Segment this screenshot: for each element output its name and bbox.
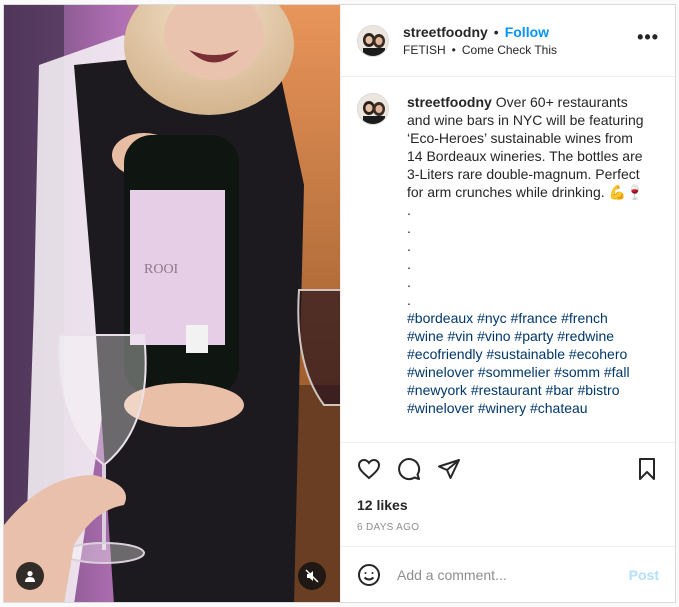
hashtag-link[interactable]: #winelover <box>407 400 474 416</box>
audio-artist[interactable]: FETISH <box>403 41 446 59</box>
username-link[interactable]: streetfoodny <box>403 23 488 41</box>
mute-icon <box>305 569 319 583</box>
header-text: streetfoodny • Follow FETISH • Come Chec… <box>403 23 637 59</box>
hashtag-link[interactable]: #winery <box>478 400 526 416</box>
hashtag-link[interactable]: #bistro <box>577 382 619 398</box>
comment-bar: Post <box>341 546 675 602</box>
caption-dot: . <box>407 202 411 218</box>
action-bar <box>341 442 675 494</box>
more-options-button[interactable]: ••• <box>637 27 659 54</box>
hashtag-link[interactable]: #winelover <box>407 364 474 380</box>
hashtag-link[interactable]: #vino <box>477 328 510 344</box>
hashtag-link[interactable]: #party <box>514 328 553 344</box>
caption-username[interactable]: streetfoodny <box>407 94 492 110</box>
bookmark-icon[interactable] <box>635 457 659 481</box>
user-tag-icon <box>25 571 35 582</box>
hashtag-link[interactable]: #sommelier <box>478 364 550 380</box>
audio-title[interactable]: Come Check This <box>462 41 557 59</box>
tagged-users-button[interactable] <box>16 562 44 590</box>
caption-dot: . <box>407 256 411 272</box>
hashtag-link[interactable]: #newyork <box>407 382 467 398</box>
caption-dot: . <box>407 274 411 290</box>
separator-dot: • <box>493 23 499 40</box>
caption-dot: . <box>407 238 411 254</box>
header-row-user: streetfoodny • Follow <box>403 23 637 41</box>
post-card: ROOI streetfoodny • Follow FETISH • Come… <box>3 4 676 603</box>
caption-dot: . <box>407 220 411 236</box>
share-icon[interactable] <box>437 457 461 481</box>
hashtag-link[interactable]: #vin <box>447 328 473 344</box>
post-comment-button[interactable]: Post <box>629 567 659 583</box>
caption-dot: . <box>407 292 411 308</box>
comment-input[interactable] <box>397 566 629 583</box>
follow-button[interactable]: Follow <box>505 23 549 41</box>
hashtag-link[interactable]: #sustainable <box>486 346 565 362</box>
hashtag-link[interactable]: #france <box>511 310 558 326</box>
hashtag-link[interactable]: #somm <box>554 364 600 380</box>
caption-avatar[interactable] <box>357 93 389 125</box>
hashtag-list: #bordeaux #nyc #france #french #wine #vi… <box>407 309 647 417</box>
hashtag-link[interactable]: #wine <box>407 328 444 344</box>
mute-button[interactable] <box>298 562 326 590</box>
video-frame: ROOI <box>4 5 340 602</box>
hashtag-link[interactable]: #bar <box>546 382 574 398</box>
hashtag-link[interactable]: #ecofriendly <box>407 346 483 362</box>
bottle-label-text: ROOI <box>144 262 179 277</box>
hashtag-link[interactable]: #restaurant <box>471 382 542 398</box>
avatar-image <box>358 25 388 56</box>
post-details-panel: streetfoodny • Follow FETISH • Come Chec… <box>340 5 675 602</box>
caption: streetfoodny Over 60+ restaurants and win… <box>407 93 647 442</box>
hashtag-link[interactable]: #fall <box>604 364 630 380</box>
post-timestamp[interactable]: 6 DAYS AGO <box>341 516 675 546</box>
emoji-icon[interactable] <box>357 563 381 587</box>
hashtag-link[interactable]: #ecohero <box>569 346 627 362</box>
heart-icon[interactable] <box>357 457 381 481</box>
hashtag-link[interactable]: #chateau <box>530 400 588 416</box>
caption-area: streetfoodny Over 60+ restaurants and win… <box>341 77 675 442</box>
likes-count[interactable]: 12 likes <box>341 494 675 516</box>
comment-icon[interactable] <box>397 457 421 481</box>
hashtag-link[interactable]: #bordeaux <box>407 310 473 326</box>
hashtag-link[interactable]: #redwine <box>557 328 614 344</box>
post-video[interactable]: ROOI <box>4 5 340 602</box>
audio-info[interactable]: FETISH • Come Check This <box>403 41 637 59</box>
hashtag-link[interactable]: #nyc <box>477 310 507 326</box>
hashtag-link[interactable]: #french <box>561 310 608 326</box>
audio-separator: • <box>451 42 456 57</box>
avatar[interactable] <box>357 24 389 57</box>
avatar-image <box>358 94 388 124</box>
post-header: streetfoodny • Follow FETISH • Come Chec… <box>341 5 675 77</box>
